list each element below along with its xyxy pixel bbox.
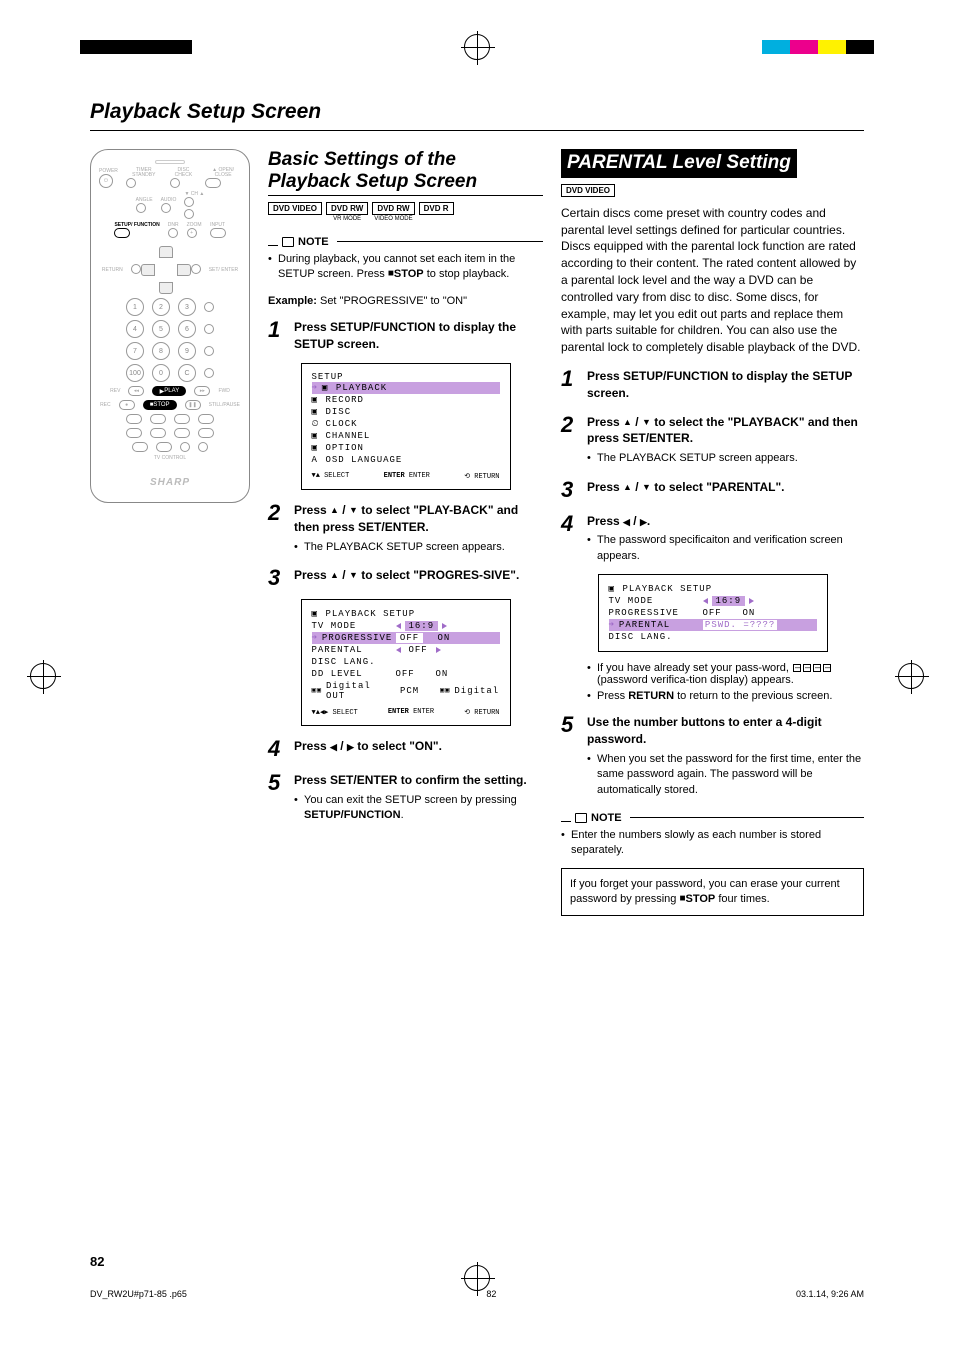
step-2: 2 Press / to select "PLAY-BACK" and then… — [268, 502, 543, 555]
step-3: 3 Press / to select "PROGRES-SIVE". — [268, 567, 543, 589]
osd-setup-screen: SETUP ➜▣PLAYBACK ▣RECORD ▣DISC ⏲CLOCK ▣C… — [301, 363, 511, 490]
brand-logo: SHARP — [150, 477, 190, 488]
remote-illustration: POWER⏻ TIMER STANDBY DISC CHECK ▲ OPEN/ … — [90, 149, 250, 916]
basic-settings-section: Basic Settings of the Playback Setup Scr… — [268, 149, 543, 916]
step-4: 4 Press / to select "ON". — [268, 738, 543, 760]
osd-playback-setup-screen: ▣PLAYBACK SETUP TV MODE16:9 ➜PROGRESSIVE… — [301, 599, 511, 726]
registration-marks-top — [0, 40, 954, 80]
crosshair-icon — [464, 1265, 490, 1291]
example-text: Example: Set "PROGRESSIVE" to "ON" — [268, 295, 543, 307]
note-title: NOTE — [591, 812, 622, 824]
page-number: 82 — [90, 1254, 104, 1269]
note-text: During playback, you cannot set each ite… — [268, 252, 543, 282]
parental-bullet: Press RETURN to return to the previous s… — [587, 690, 864, 702]
osd-parental-screen: ▣PLAYBACK SETUP TV MODE16:9 PROGRESSIVEO… — [598, 574, 828, 652]
crosshair-icon — [898, 663, 924, 689]
section-heading: Basic Settings of the — [268, 149, 543, 171]
parental-bullet: If you have already set your pass-word, … — [587, 662, 864, 686]
note-icon — [282, 237, 294, 247]
step-1: 1 Press SETUP/FUNCTION to display the SE… — [268, 319, 543, 353]
registration-marks-bottom — [0, 1271, 954, 1311]
format-tag: DVD VIDEO — [561, 184, 615, 197]
note-title: NOTE — [298, 236, 329, 248]
parental-section: PARENTAL Level Setting DVD VIDEO Certain… — [561, 149, 864, 916]
parental-step-1: 1 Press SETUP/FUNCTION to display the SE… — [561, 368, 864, 402]
parental-step-4: 4 Press / . The password specificaiton a… — [561, 513, 864, 565]
crosshair-icon — [464, 34, 490, 60]
format-tags: DVD VIDEO DVD RWVR MODE DVD RWVIDEO MODE… — [268, 202, 543, 222]
intro-text: Certain discs come preset with country c… — [561, 205, 864, 356]
note-text: Enter the numbers slowly as each number … — [561, 828, 864, 858]
parental-step-2: 2 Press / to select the "PLAYBACK" and t… — [561, 414, 864, 467]
section-heading-inverse: PARENTAL Level Setting — [561, 149, 797, 178]
tip-box: If you forget your password, you can era… — [561, 868, 864, 917]
note-icon — [575, 813, 587, 823]
section-heading: Playback Setup Screen — [268, 171, 543, 193]
parental-step-3: 3 Press / to select "PARENTAL". — [561, 479, 864, 501]
step-5: 5 Press SET/ENTER to confirm the setting… — [268, 772, 543, 824]
crosshair-icon — [30, 663, 56, 689]
page-title: Playback Setup Screen — [90, 100, 864, 131]
page-content: Playback Setup Screen POWER⏻ TIMER STAND… — [90, 100, 864, 1251]
parental-step-5: 5 Use the number buttons to enter a 4-di… — [561, 714, 864, 798]
